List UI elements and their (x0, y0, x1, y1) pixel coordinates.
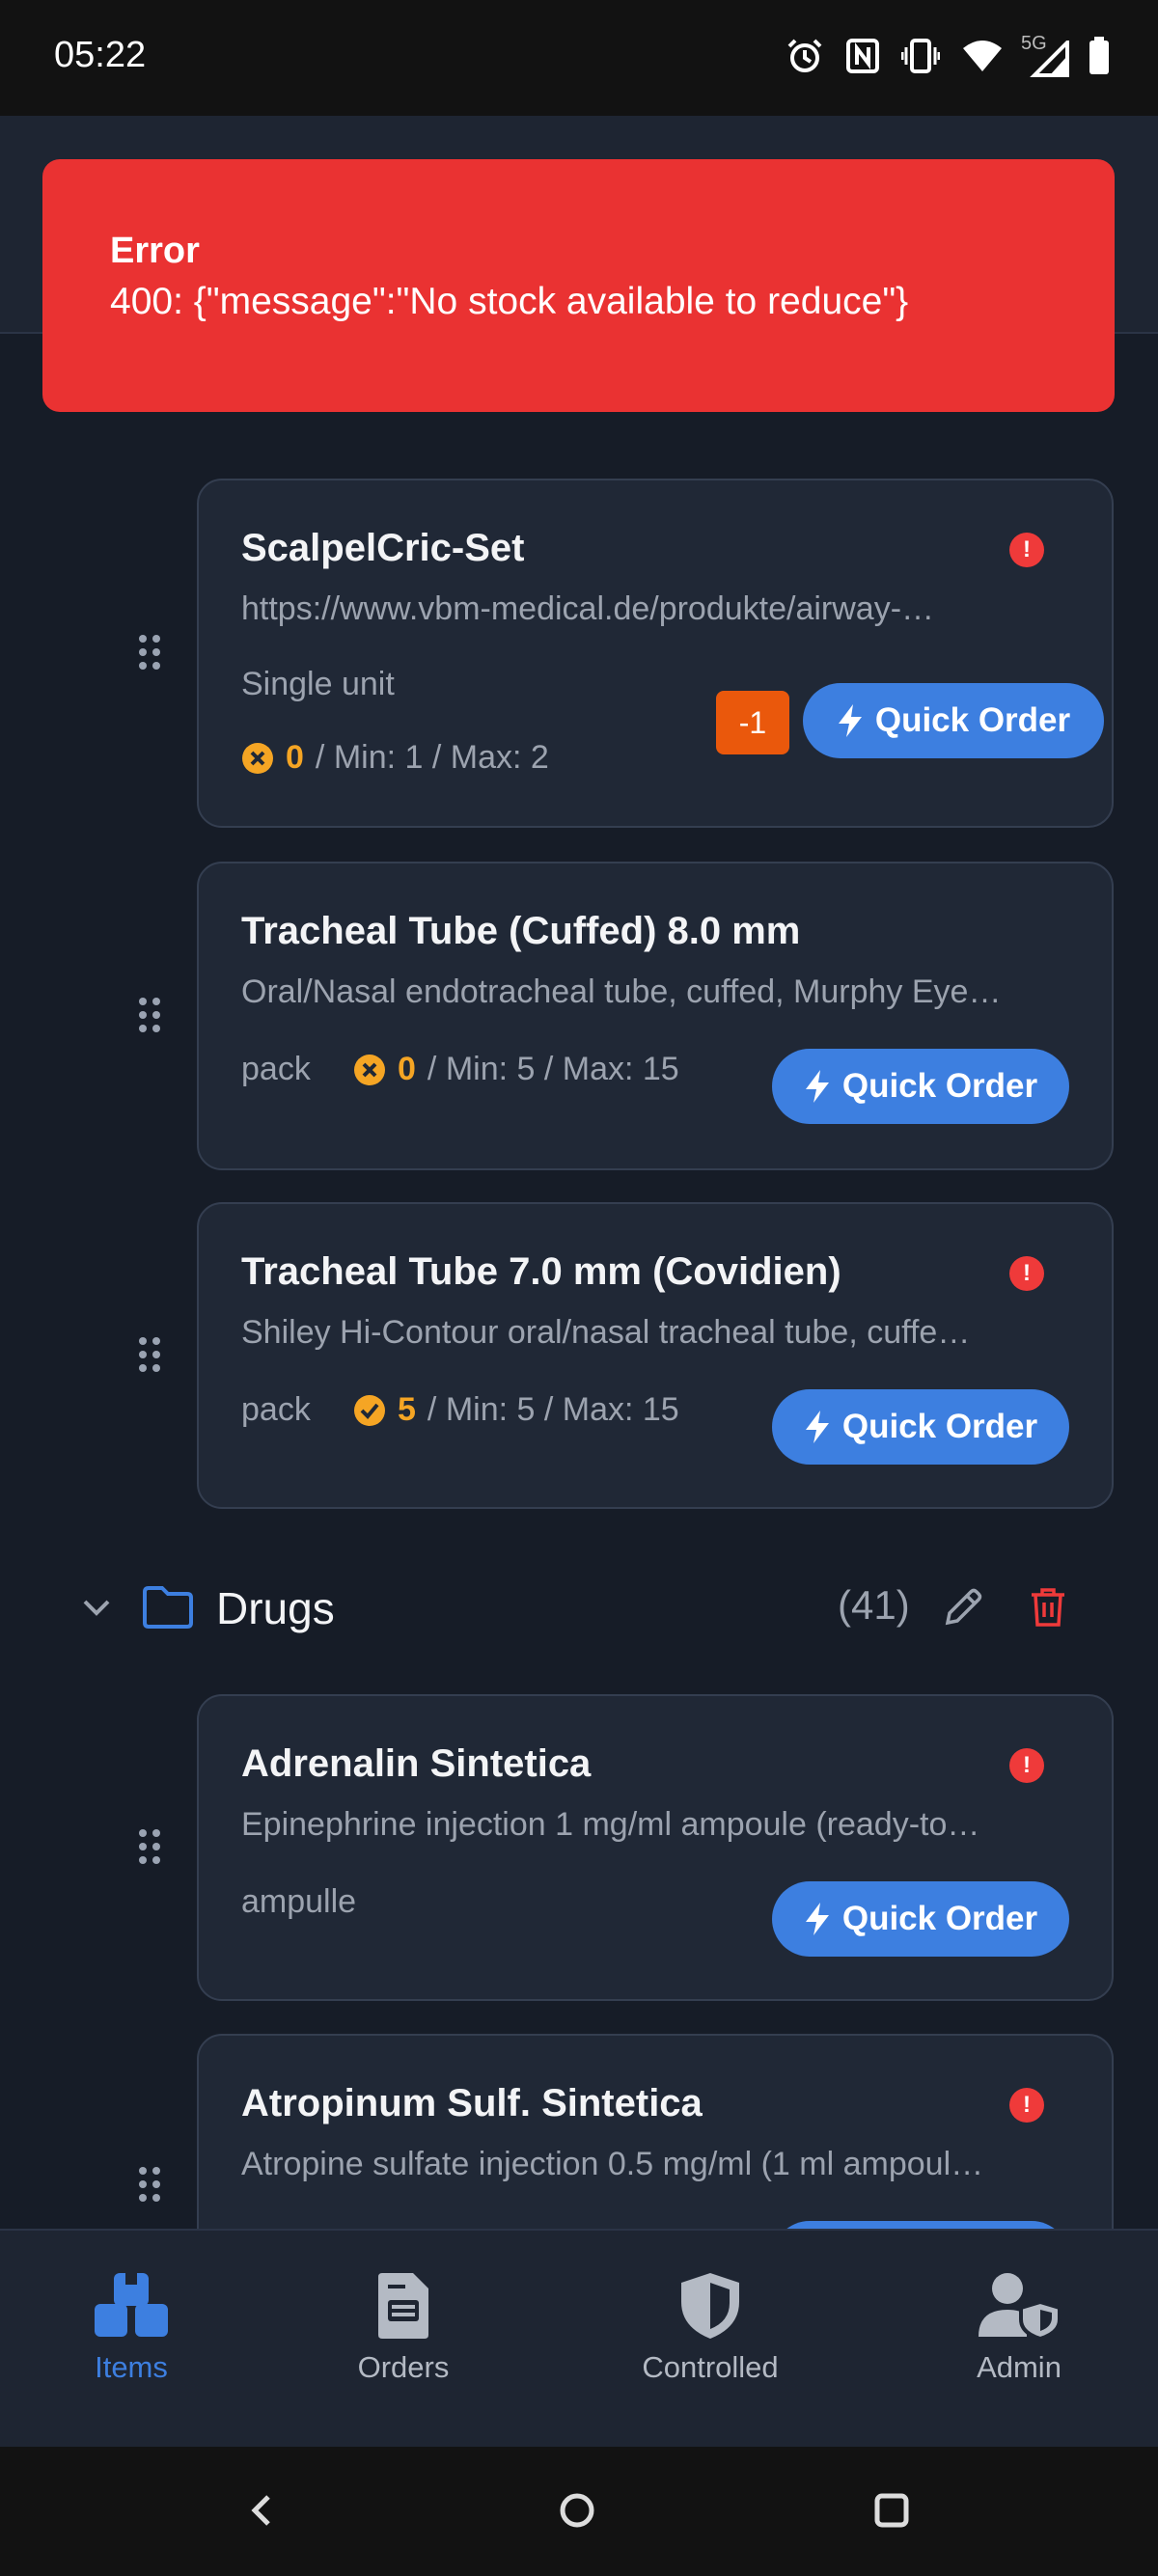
category-count: (41) (838, 1582, 910, 1628)
stock-empty-icon (242, 742, 273, 774)
alert-icon: ! (1009, 1256, 1044, 1291)
drag-handle[interactable] (139, 1829, 164, 1868)
quick-order-button[interactable]: Quick Order (772, 1049, 1069, 1124)
user-shield-icon (979, 2273, 1062, 2341)
category-title: Drugs (216, 1583, 335, 1633)
item-card[interactable]: ScalpelCric-Set ! https://www.vbm-medica… (197, 479, 1114, 828)
nfc-icon (846, 39, 879, 73)
item-unit: ampulle (241, 1883, 357, 1920)
folder-icon (143, 1586, 193, 1629)
item-title: Atropinum Sulf. Sintetica (241, 2082, 703, 2124)
error-toast[interactable]: Error 400: {"message":"No stock availabl… (42, 159, 1115, 412)
quick-order-button[interactable]: Quick Order (772, 1389, 1069, 1465)
item-card[interactable]: Atropinum Sulf. Sintetica ! Atropine sul… (197, 2034, 1114, 2229)
item-title: Tracheal Tube (Cuffed) 8.0 mm (241, 910, 801, 952)
item-card[interactable]: Tracheal Tube (Cuffed) 8.0 mm Oral/Nasal… (197, 862, 1114, 1170)
stock-count: 0 (286, 739, 304, 776)
toast-title: Error (110, 231, 200, 271)
quick-order-label: Quick Order (841, 1408, 1038, 1445)
chevron-down-icon[interactable] (81, 1596, 112, 1619)
items-list[interactable]: ScalpelCric-Set ! https://www.vbm-medica… (0, 334, 1158, 2229)
wifi-icon (963, 41, 1002, 71)
drag-handle[interactable] (139, 1337, 164, 1376)
reduce-stock-button[interactable]: -1 (716, 691, 789, 754)
edit-icon[interactable] (942, 1586, 984, 1629)
nav-admin[interactable]: Admin (903, 2231, 1135, 2449)
system-nav-bar (0, 2447, 1158, 2576)
stock-ok-icon (354, 1394, 385, 1426)
item-unit: pack (241, 1391, 311, 1428)
stock-info: 0 / Min: 5 / Max: 15 (353, 1051, 679, 1088)
item-description: Oral/Nasal endotracheal tube, cuffed, Mu… (241, 973, 1002, 1010)
lightning-icon (805, 1411, 829, 1443)
item-title: Tracheal Tube 7.0 mm (Covidien) (241, 1250, 841, 1293)
cell-signal-icon: 5G (1021, 33, 1069, 77)
stock-info: 0 / Min: 1 / Max: 2 (241, 739, 549, 777)
drag-handle[interactable] (139, 635, 164, 673)
battery-icon (1089, 37, 1109, 74)
nav-orders[interactable]: Orders (288, 2231, 519, 2449)
recents-icon[interactable] (872, 2491, 911, 2530)
nav-items[interactable]: Items (15, 2231, 247, 2449)
item-title: ScalpelCric-Set (241, 527, 525, 569)
quick-order-button[interactable]: Quick Order (772, 1881, 1069, 1957)
vibrate-icon (901, 39, 940, 73)
boxes-icon (95, 2273, 168, 2337)
quick-order-label: Quick Order (874, 701, 1071, 739)
quick-order-button[interactable]: Quick Order (803, 683, 1104, 758)
document-icon (378, 2273, 428, 2339)
stock-minmax: / Min: 1 / Max: 2 (315, 739, 549, 776)
nav-label: Orders (357, 2350, 450, 2384)
stock-info: 5 / Min: 5 / Max: 15 (353, 1391, 679, 1429)
item-description: Atropine sulfate injection 0.5 mg/ml (1 … (241, 2146, 984, 2182)
item-description: Epinephrine injection 1 mg/ml ampoule (r… (241, 1806, 980, 1843)
home-icon[interactable] (558, 2491, 596, 2530)
stock-minmax: / Min: 5 / Max: 15 (427, 1391, 679, 1428)
item-card[interactable]: Tracheal Tube 7.0 mm (Covidien) ! Shiley… (197, 1202, 1114, 1509)
lightning-icon (805, 1070, 829, 1103)
alert-icon: ! (1009, 2088, 1044, 2123)
quick-order-label: Quick Order (841, 1900, 1038, 1937)
category-header-drugs[interactable]: Drugs (41) (0, 1559, 1158, 1656)
item-description: Shiley Hi-Contour oral/nasal tracheal tu… (241, 1314, 971, 1351)
stock-empty-icon (354, 1054, 385, 1085)
item-description: https://www.vbm-medical.de/produkte/airw… (241, 590, 935, 627)
lightning-icon (805, 1903, 829, 1935)
item-card[interactable]: Adrenalin Sintetica ! Epinephrine inject… (197, 1694, 1114, 2001)
status-bar: 05:22 5G (0, 0, 1158, 116)
stock-count: 0 (398, 1051, 416, 1087)
toast-message: 400: {"message":"No stock available to r… (110, 281, 909, 322)
nav-controlled[interactable]: Controlled (594, 2231, 826, 2449)
item-unit: Single unit (241, 666, 395, 702)
trash-icon[interactable] (1029, 1586, 1067, 1629)
item-title: Adrenalin Sintetica (241, 1742, 592, 1785)
quick-order-button[interactable] (772, 2221, 1069, 2229)
drag-handle[interactable] (139, 998, 164, 1036)
nav-label: Items (95, 2350, 168, 2384)
stock-minmax: / Min: 5 / Max: 15 (427, 1051, 679, 1087)
bottom-nav: Items Orders Controlled Admin (0, 2229, 1158, 2447)
lightning-icon (838, 704, 862, 737)
alert-icon: ! (1009, 533, 1044, 567)
status-time: 05:22 (54, 35, 147, 75)
back-icon[interactable] (247, 2491, 276, 2530)
nav-label: Controlled (642, 2350, 779, 2384)
quick-order-label: Quick Order (841, 1067, 1038, 1105)
status-icons: 5G (786, 33, 1110, 77)
nav-label: Admin (977, 2350, 1062, 2384)
alarm-icon (787, 39, 822, 72)
stock-count: 5 (398, 1391, 416, 1428)
item-unit: pack (241, 1051, 311, 1087)
alert-icon: ! (1009, 1748, 1044, 1783)
shield-icon (681, 2273, 739, 2339)
drag-handle[interactable] (139, 2167, 164, 2206)
